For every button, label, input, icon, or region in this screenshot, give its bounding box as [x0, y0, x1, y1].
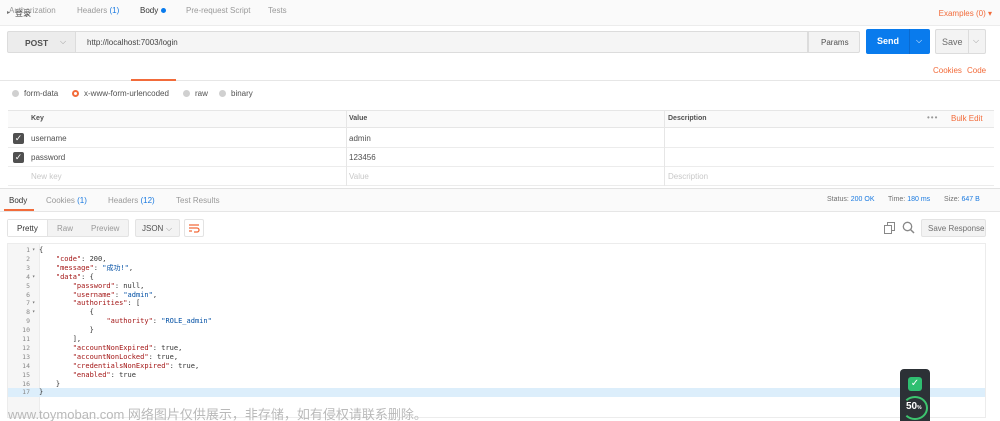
tab-test-results[interactable]: Test Results	[176, 196, 220, 205]
tab-headers[interactable]: Headers (1)	[77, 6, 119, 15]
code-line: "accountNonExpired": true,	[72, 343, 183, 352]
view-preview[interactable]: Preview	[91, 224, 119, 233]
params-button[interactable]: Params	[808, 31, 860, 53]
radio-form-data[interactable]: form-data	[12, 89, 58, 98]
fold-toggle-icon[interactable]: ▾	[32, 247, 35, 253]
param-value[interactable]: 123456	[349, 153, 376, 162]
url-input[interactable]: http://localhost:7003/login	[76, 31, 808, 53]
check-icon: ✓	[908, 377, 922, 391]
line-number: 4	[26, 272, 30, 281]
radio-x-www-form-urlencoded[interactable]: x-www-form-urlencoded	[72, 89, 169, 98]
code-line: }	[39, 326, 94, 335]
view-mode-group: Pretty Raw Preview	[7, 219, 129, 237]
code-line: "enabled": true	[72, 370, 136, 379]
line-number: 2	[26, 254, 30, 263]
radio-raw[interactable]: raw	[183, 89, 208, 98]
line-number: 14	[22, 361, 30, 370]
tab-tests[interactable]: Tests	[268, 6, 287, 15]
fold-toggle-icon[interactable]: ▾	[32, 274, 35, 280]
radio-binary[interactable]: binary	[219, 89, 253, 98]
line-number: 7	[26, 299, 30, 308]
cookies-link[interactable]: Cookies	[933, 66, 962, 75]
format-select[interactable]: JSON ⌵	[135, 219, 180, 237]
fold-toggle-icon[interactable]: ▾	[32, 309, 35, 315]
save-response-button[interactable]: Save Response	[921, 219, 986, 237]
watermark: www.toymoban.com 网络图片仅供展示，非存储，如有侵权请联系删除。	[8, 407, 427, 421]
progress-value: 50%	[906, 401, 922, 412]
code-line: "data": {	[55, 272, 94, 281]
status-readout: Status: 200 OK	[827, 196, 875, 203]
line-number: 13	[22, 352, 30, 361]
chevron-down-icon[interactable]: ⌵	[916, 36, 922, 46]
new-key-input[interactable]: New key	[31, 172, 62, 181]
line-number: 3	[26, 263, 30, 272]
chevron-down-icon: ⌵	[166, 224, 173, 233]
method-select[interactable]: POST ⌵	[7, 31, 76, 53]
url-text: http://localhost:7003/login	[87, 38, 178, 47]
line-number: 1	[26, 246, 30, 254]
modified-dot-icon	[161, 8, 167, 14]
line-number: 12	[22, 343, 30, 352]
code-line: "credentialsNonExpired": true,	[72, 361, 200, 370]
fold-toggle-icon[interactable]: ▾	[32, 300, 35, 306]
more-options-icon[interactable]: •••	[927, 113, 938, 122]
view-raw[interactable]: Raw	[57, 224, 73, 233]
new-value-input[interactable]: Value	[349, 172, 369, 181]
request-tabs	[0, 60, 1000, 81]
kv-table-header: Key Value Description	[8, 110, 994, 128]
line-number: 8	[26, 308, 30, 317]
save-button[interactable]: Save ⌵	[935, 29, 986, 54]
view-pretty[interactable]: Pretty	[17, 224, 38, 233]
line-number: 15	[22, 370, 30, 379]
chevron-down-icon: ⌵	[60, 37, 67, 46]
code-line: "authorities": [	[72, 299, 141, 308]
code-line: "username": "admin",	[72, 290, 158, 299]
wrap-lines-button[interactable]	[184, 219, 204, 237]
code-line: "authority": "ROLE_admin"	[106, 317, 212, 326]
line-number: 11	[22, 335, 30, 343]
tab-pre-request-script[interactable]: Pre-request Script	[186, 6, 250, 15]
code-line: "code": 200,	[55, 254, 107, 263]
time-readout: Time: 180 ms	[888, 196, 931, 203]
line-number: 10	[22, 326, 30, 335]
param-key[interactable]: password	[31, 153, 65, 162]
bulk-edit-link[interactable]: Bulk Edit	[951, 114, 983, 123]
active-line-highlight	[8, 387, 985, 397]
line-number: 6	[26, 290, 30, 299]
size-readout: Size: 647 B	[944, 196, 980, 203]
response-code-editor[interactable]: 1 ▾{2 "code": 200, 3 "message": "成功!", 4 ▾ "…	[7, 243, 986, 418]
tab-response-headers[interactable]: Headers (12)	[108, 196, 155, 205]
table-row: ✓ password 123456	[8, 148, 994, 167]
search-icon[interactable]	[902, 221, 915, 234]
examples-dropdown[interactable]: Examples (0) ▾	[939, 9, 992, 18]
new-description-input[interactable]: Description	[668, 172, 708, 181]
code-line: ],	[39, 335, 82, 343]
code-line: "password": null,	[72, 281, 145, 290]
code-link[interactable]: Code	[967, 66, 986, 75]
copy-icon[interactable]	[884, 222, 896, 234]
tab-authorization[interactable]: Authorization	[9, 6, 56, 15]
param-value[interactable]: admin	[349, 134, 371, 143]
wrap-icon	[189, 224, 200, 233]
tab-response-body[interactable]: Body	[9, 196, 27, 205]
param-key[interactable]: username	[31, 134, 67, 143]
code-line: }	[39, 388, 44, 397]
checkbox-checked-icon[interactable]: ✓	[13, 133, 24, 144]
send-button[interactable]: Send ⌵	[866, 29, 930, 54]
code-line: {	[39, 246, 44, 254]
tab-response-cookies[interactable]: Cookies (1)	[46, 196, 87, 205]
chevron-down-icon[interactable]: ⌵	[973, 36, 979, 46]
line-number: 5	[26, 281, 30, 290]
line-number: 17	[22, 388, 30, 397]
code-line: "message": "成功!",	[55, 263, 134, 272]
code-line: {	[39, 308, 94, 317]
code-line: "accountNonLocked": true,	[72, 352, 179, 361]
monitor-widget[interactable]: ✓ 50%	[900, 369, 930, 421]
checkbox-checked-icon[interactable]: ✓	[13, 152, 24, 163]
tab-body[interactable]: Body	[140, 6, 167, 15]
table-row-new: New key Value Description	[8, 167, 994, 186]
table-row: ✓ username admin	[8, 129, 994, 148]
line-number: 9	[26, 317, 30, 326]
